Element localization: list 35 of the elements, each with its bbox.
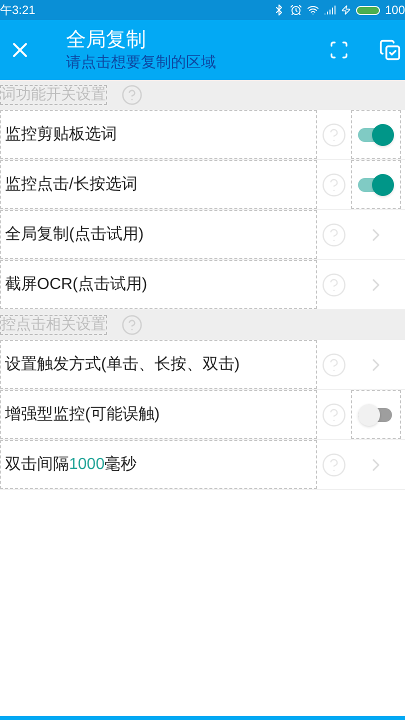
help-icon[interactable]	[321, 172, 347, 198]
row-label: 双击间隔1000毫秒	[5, 454, 137, 474]
settings-row[interactable]: 全局复制(点击试用)	[0, 210, 405, 260]
help-icon[interactable]	[121, 84, 143, 106]
help-icon[interactable]	[321, 352, 347, 378]
app-title: 全局复制	[66, 28, 147, 53]
row-label: 监控点击/长按选词	[5, 174, 138, 194]
help-icon[interactable]	[121, 314, 143, 336]
settings-row[interactable]: 监控剪贴板选词	[0, 110, 405, 160]
copy-icon	[379, 39, 401, 61]
settings-row[interactable]: 设置触发方式(单击、长按、双击)	[0, 340, 405, 390]
help-icon[interactable]	[321, 402, 347, 428]
row-label: 设置触发方式(单击、长按、双击)	[5, 354, 240, 374]
row-label: 监控剪贴板选词	[5, 124, 117, 144]
toggle-switch[interactable]	[358, 124, 394, 146]
settings-row[interactable]: 双击间隔1000毫秒	[0, 440, 405, 490]
toggle-switch[interactable]	[358, 404, 394, 426]
help-icon[interactable]	[321, 272, 347, 298]
toggle-switch[interactable]	[358, 174, 394, 196]
battery-icon	[356, 6, 380, 14]
charging-icon	[340, 5, 351, 15]
help-icon[interactable]	[321, 122, 347, 148]
settings-row[interactable]: 增强型监控(可能误触)	[0, 390, 405, 440]
row-label: 增强型监控(可能误触)	[5, 404, 160, 424]
alarm-icon	[290, 4, 302, 16]
fullscreen-icon	[329, 40, 349, 60]
help-icon[interactable]	[321, 452, 347, 478]
battery-level: 100	[384, 2, 405, 19]
help-icon[interactable]	[321, 222, 347, 248]
app-subtitle: 请点击想要复制的区域	[66, 53, 217, 73]
status-time: 午3:21	[0, 2, 36, 19]
settings-row[interactable]: 监控点击/长按选词	[0, 160, 405, 210]
settings-row[interactable]: 截屏OCR(点击试用)	[0, 260, 405, 310]
row-label: 截屏OCR(点击试用)	[5, 274, 148, 294]
row-label: 全局复制(点击试用)	[5, 224, 144, 244]
